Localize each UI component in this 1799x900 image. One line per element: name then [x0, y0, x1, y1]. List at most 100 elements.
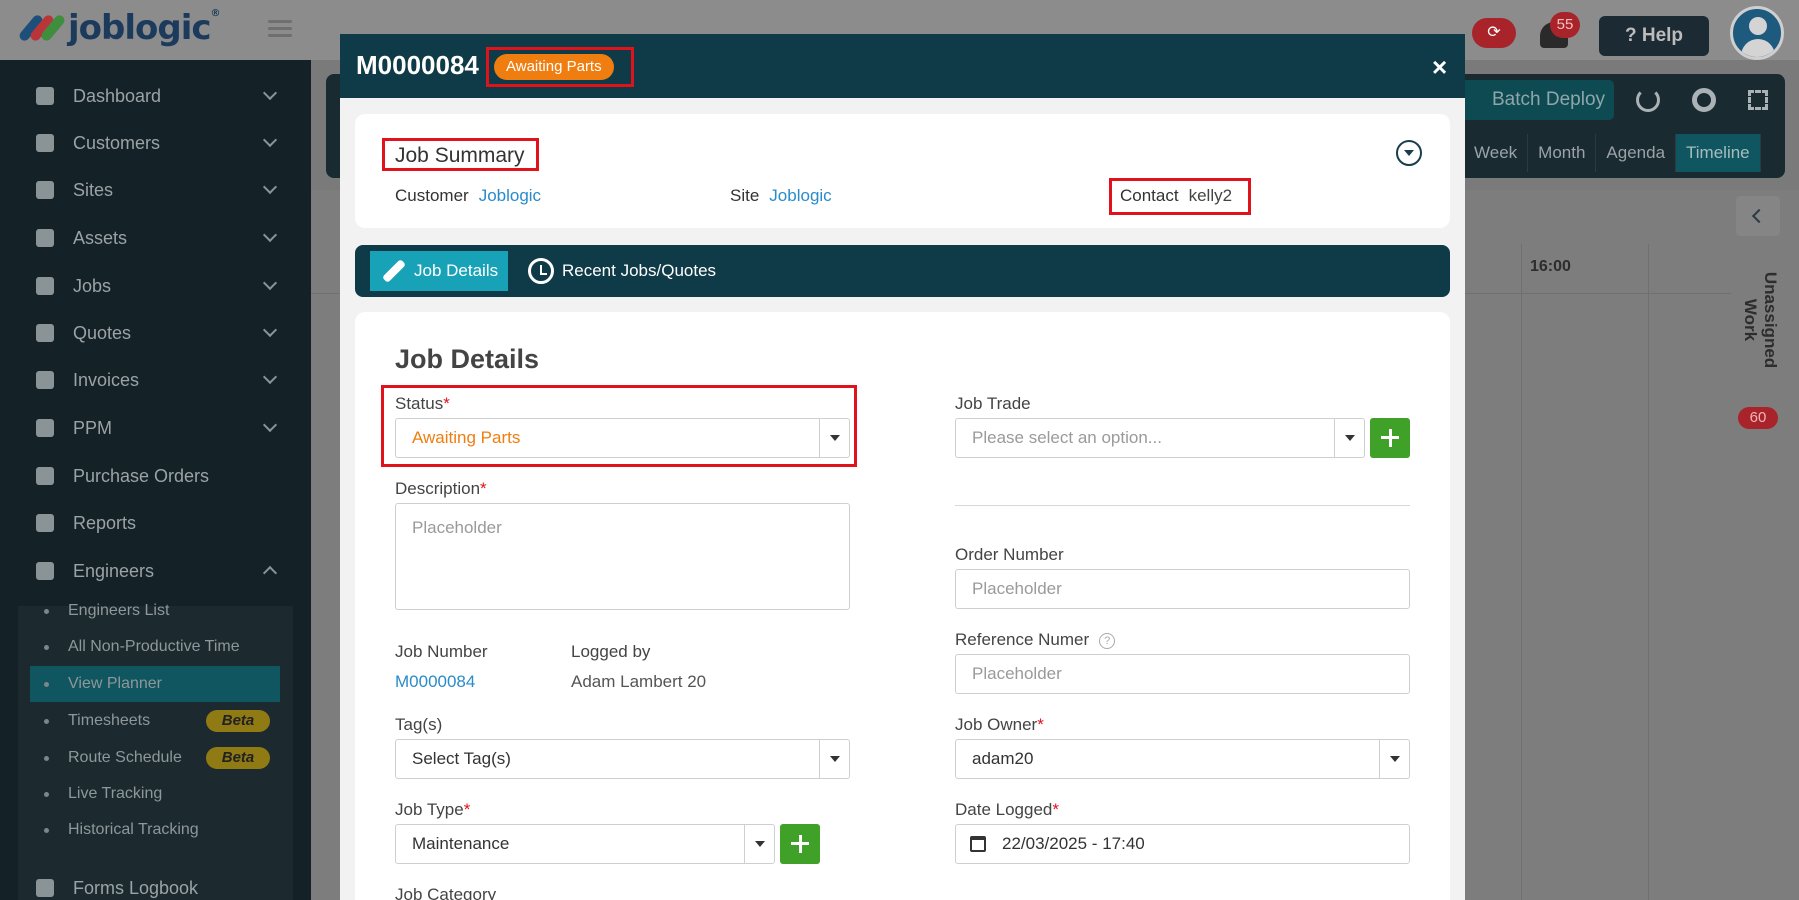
tab-agenda[interactable]: Agenda: [1596, 134, 1677, 172]
sidebar-item-reports[interactable]: Reports: [0, 501, 311, 545]
reference-number-input[interactable]: Placeholder: [955, 654, 1410, 694]
sidebar-item-ppm[interactable]: PPM: [0, 406, 311, 450]
job-summary-title: Job Summary: [395, 144, 525, 167]
add-job-type-button[interactable]: [780, 824, 820, 864]
asset-icon: [36, 229, 54, 247]
sidebar-subitem-historical-tracking[interactable]: Historical Tracking: [30, 812, 280, 848]
job-trade-label: Job Trade: [955, 394, 1031, 413]
tags-label: Tag(s): [395, 715, 443, 734]
date-logged-label: Date Logged*: [955, 800, 1059, 819]
help-circle-icon[interactable]: ?: [1099, 632, 1116, 649]
tab-timeline[interactable]: Timeline: [1676, 134, 1761, 172]
sidebar-item-customers[interactable]: Customers: [0, 121, 311, 165]
contact-field: Contact kelly2: [1120, 186, 1233, 205]
order-number-label: Order Number: [955, 545, 1064, 564]
chevron-down-icon: [262, 275, 278, 291]
question-icon: ?: [1624, 25, 1642, 46]
sidebar-subitem-timesheets[interactable]: Timesheets Beta: [30, 703, 280, 739]
chevron-down-icon: [262, 417, 278, 433]
logged-by-value: Adam Lambert 20: [571, 672, 707, 691]
sidebar-subitem-route-schedule[interactable]: Route Schedule Beta: [30, 740, 280, 776]
calendar-icon: [36, 419, 54, 437]
site-link[interactable]: Joblogic: [769, 186, 831, 205]
beta-badge: Beta: [206, 747, 270, 769]
sidebar-item-engineers[interactable]: Engineers: [0, 549, 311, 593]
caret-down-icon: [1379, 740, 1409, 778]
wrench-icon: [380, 258, 406, 284]
wrench-icon: [36, 277, 54, 295]
sidebar-item-sites[interactable]: Sites: [0, 168, 311, 212]
job-type-label: Job Type*: [395, 800, 471, 819]
tab-week[interactable]: Week: [1464, 134, 1529, 172]
grid-line: [1648, 244, 1649, 900]
sidebar-item-assets[interactable]: Assets: [0, 216, 311, 260]
description-textarea[interactable]: Placeholder: [395, 503, 850, 610]
chevron-down-icon: [262, 85, 278, 101]
sidebar-item-quotes[interactable]: Quotes: [0, 311, 311, 355]
sidebar-subitem-non-productive-time[interactable]: All Non-Productive Time: [30, 629, 280, 665]
reference-number-label: Reference Numer?: [955, 630, 1116, 650]
caret-down-icon: [819, 419, 849, 457]
job-id-title: M0000084: [356, 50, 479, 80]
sidebar-item-jobs[interactable]: Jobs: [0, 264, 311, 308]
job-trade-select[interactable]: Please select an option...: [955, 418, 1365, 458]
modal-header: M0000084 Awaiting Parts ×: [340, 34, 1465, 98]
building-icon: [36, 181, 54, 199]
unassigned-count-badge: 60: [1738, 407, 1778, 429]
sync-cloud-icon[interactable]: ⟳: [1472, 18, 1516, 48]
sidebar-item-forms-logbook[interactable]: Forms Logbook: [0, 866, 311, 900]
job-details-title: Job Details: [395, 344, 540, 374]
sidebar-subitem-engineers-list[interactable]: Engineers List: [30, 593, 280, 629]
status-label: Status*: [395, 394, 450, 413]
caret-down-icon: [1334, 419, 1364, 457]
logo-mark-icon: [17, 8, 67, 48]
tags-select[interactable]: Select Tag(s): [395, 739, 850, 779]
joblogic-logo[interactable]: joblogic®: [17, 8, 221, 48]
hamburger-menu-icon[interactable]: [268, 20, 292, 38]
tab-job-details[interactable]: Job Details: [370, 251, 509, 291]
refresh-icon[interactable]: [1636, 88, 1660, 112]
divider: [955, 505, 1410, 506]
close-icon[interactable]: ×: [1432, 52, 1447, 83]
clipboard-icon: [36, 324, 54, 342]
status-select[interactable]: Awaiting Parts: [395, 418, 850, 458]
job-number-link[interactable]: M0000084: [395, 672, 475, 692]
job-category-label: Job Category: [395, 885, 497, 900]
add-job-trade-button[interactable]: [1370, 418, 1410, 458]
batch-deploy-button[interactable]: Batch Deploy: [1454, 80, 1614, 120]
collapse-panel-button[interactable]: [1736, 196, 1780, 236]
tab-recent-jobs-quotes[interactable]: Recent Jobs/Quotes: [528, 251, 716, 291]
job-owner-label: Job Owner*: [955, 715, 1044, 734]
sidebar: Dashboard Customers Sites Assets Jobs Qu…: [0, 60, 311, 900]
fullscreen-icon[interactable]: [1748, 90, 1768, 110]
modal-tab-bar: Job Details Recent Jobs/Quotes: [355, 245, 1450, 297]
dashboard-icon: [36, 87, 54, 105]
customer-field: Customer Joblogic: [395, 186, 542, 205]
job-owner-select[interactable]: adam20: [955, 739, 1410, 779]
sidebar-item-invoices[interactable]: Invoices: [0, 358, 311, 402]
description-label: Description*: [395, 479, 487, 498]
export-icon: [36, 514, 54, 532]
unassigned-work-label[interactable]: Unassigned Work: [1740, 260, 1780, 380]
gear-icon[interactable]: [1692, 88, 1716, 112]
sidebar-item-dashboard[interactable]: Dashboard: [0, 74, 311, 118]
chevron-down-icon: [262, 227, 278, 243]
time-label: 16:00: [1530, 258, 1571, 275]
notification-count-badge: 55: [1550, 12, 1580, 38]
users-icon: [36, 562, 54, 580]
customer-link[interactable]: Joblogic: [479, 186, 541, 205]
date-logged-input[interactable]: 22/03/2025 - 17:40: [955, 824, 1410, 864]
chevron-up-icon: [262, 565, 278, 581]
tab-month[interactable]: Month: [1528, 134, 1597, 172]
chevron-down-icon: [262, 132, 278, 148]
sidebar-item-purchase-orders[interactable]: Purchase Orders: [0, 454, 311, 498]
job-type-select[interactable]: Maintenance: [395, 824, 775, 864]
sidebar-subitem-view-planner[interactable]: View Planner: [30, 666, 280, 702]
customer-icon: [36, 134, 54, 152]
summary-toggle-icon[interactable]: [1396, 140, 1422, 166]
order-number-input[interactable]: Placeholder: [955, 569, 1410, 609]
help-button[interactable]: ? Help: [1599, 16, 1709, 56]
job-number-label: Job Number: [395, 642, 488, 661]
user-avatar[interactable]: [1730, 6, 1784, 60]
sidebar-subitem-live-tracking[interactable]: Live Tracking: [30, 776, 280, 812]
